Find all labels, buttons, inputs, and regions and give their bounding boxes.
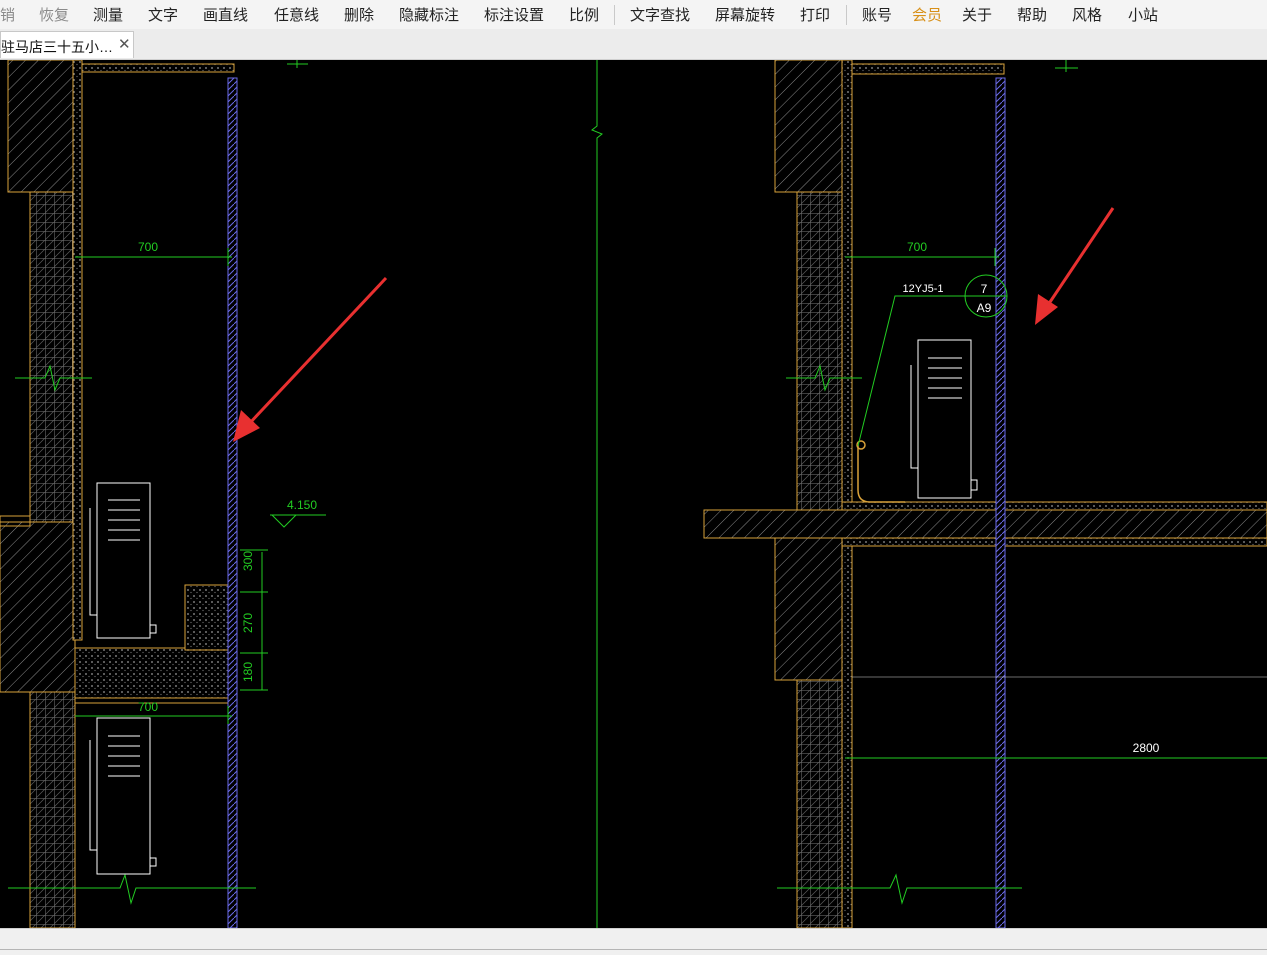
style-button[interactable]: 风格: [1072, 4, 1102, 25]
close-icon[interactable]: ✕: [118, 35, 131, 53]
level-label: 4.150: [287, 498, 317, 512]
text-button[interactable]: 文字: [148, 4, 178, 25]
left-ledge-slab: [74, 584, 236, 704]
status-bar: [0, 928, 1267, 955]
right-dimension-bottom: [845, 676, 1267, 759]
left-dim-lower-label: 700: [138, 700, 158, 714]
undo-button[interactable]: 销: [0, 4, 15, 25]
left-dim-upper-label: 700: [138, 240, 158, 254]
rotate-screen-button[interactable]: 屏幕旋转: [715, 4, 775, 25]
reference-code: 12YJ5-1: [903, 283, 944, 295]
membership-button[interactable]: 会员: [912, 4, 942, 25]
left-wall-section: [0, 60, 235, 928]
dim-stack-270: 270: [241, 613, 255, 633]
draw-line-button[interactable]: 画直线: [203, 4, 248, 25]
left-air-conditioner-lower: [89, 717, 157, 875]
reference-symbol-top: 7: [981, 282, 988, 296]
hide-dimensions-button[interactable]: 隐藏标注: [399, 4, 459, 25]
document-tab-title: 驻马店三十五小…: [1, 39, 113, 55]
toolbar-divider: [846, 5, 847, 25]
text-search-button[interactable]: 文字查找: [630, 4, 690, 25]
drawing-canvas[interactable]: 700 700 4.150 300 270 180 700 12YJ5-1 7 …: [0, 60, 1267, 928]
measure-button[interactable]: 测量: [93, 4, 123, 25]
dim-stack-300: 300: [241, 551, 255, 571]
right-glass-panel: [995, 77, 1006, 928]
main-toolbar: 销 恢复 测量 文字 画直线 任意线 删除 隐藏标注 标注设置 比例 文字查找 …: [0, 0, 1267, 30]
center-divider-line: [591, 60, 603, 928]
help-button[interactable]: 帮助: [1017, 4, 1047, 25]
delete-button[interactable]: 删除: [344, 4, 374, 25]
toolbar-divider: [614, 5, 615, 25]
refrigerant-pipe: [856, 440, 905, 503]
document-tab-bar: 驻马店三十五小… ✕: [0, 29, 1267, 60]
mini-site-button[interactable]: 小站: [1128, 4, 1158, 25]
freehand-line-button[interactable]: 任意线: [274, 4, 319, 25]
document-tab[interactable]: 驻马店三十五小… ✕: [0, 31, 134, 58]
about-button[interactable]: 关于: [962, 4, 992, 25]
status-divider: [0, 949, 1267, 950]
right-dim-bottom-label: 2800: [1133, 741, 1160, 755]
account-button[interactable]: 账号: [862, 4, 892, 25]
redo-button[interactable]: 恢复: [39, 4, 69, 25]
right-air-conditioner: [910, 339, 978, 499]
right-dim-top-label: 700: [907, 240, 927, 254]
print-button[interactable]: 打印: [800, 4, 830, 25]
reference-symbol-bottom: A9: [977, 301, 992, 315]
right-wall-section: [774, 60, 1005, 928]
scale-button[interactable]: 比例: [569, 4, 599, 25]
annotation-arrow-left: [233, 276, 388, 442]
left-air-conditioner-upper: [89, 482, 157, 639]
dim-stack-180: 180: [241, 662, 255, 682]
left-glass-panel: [227, 77, 238, 928]
annotation-arrow-right: [1035, 207, 1115, 325]
dimension-settings-button[interactable]: 标注设置: [484, 4, 544, 25]
